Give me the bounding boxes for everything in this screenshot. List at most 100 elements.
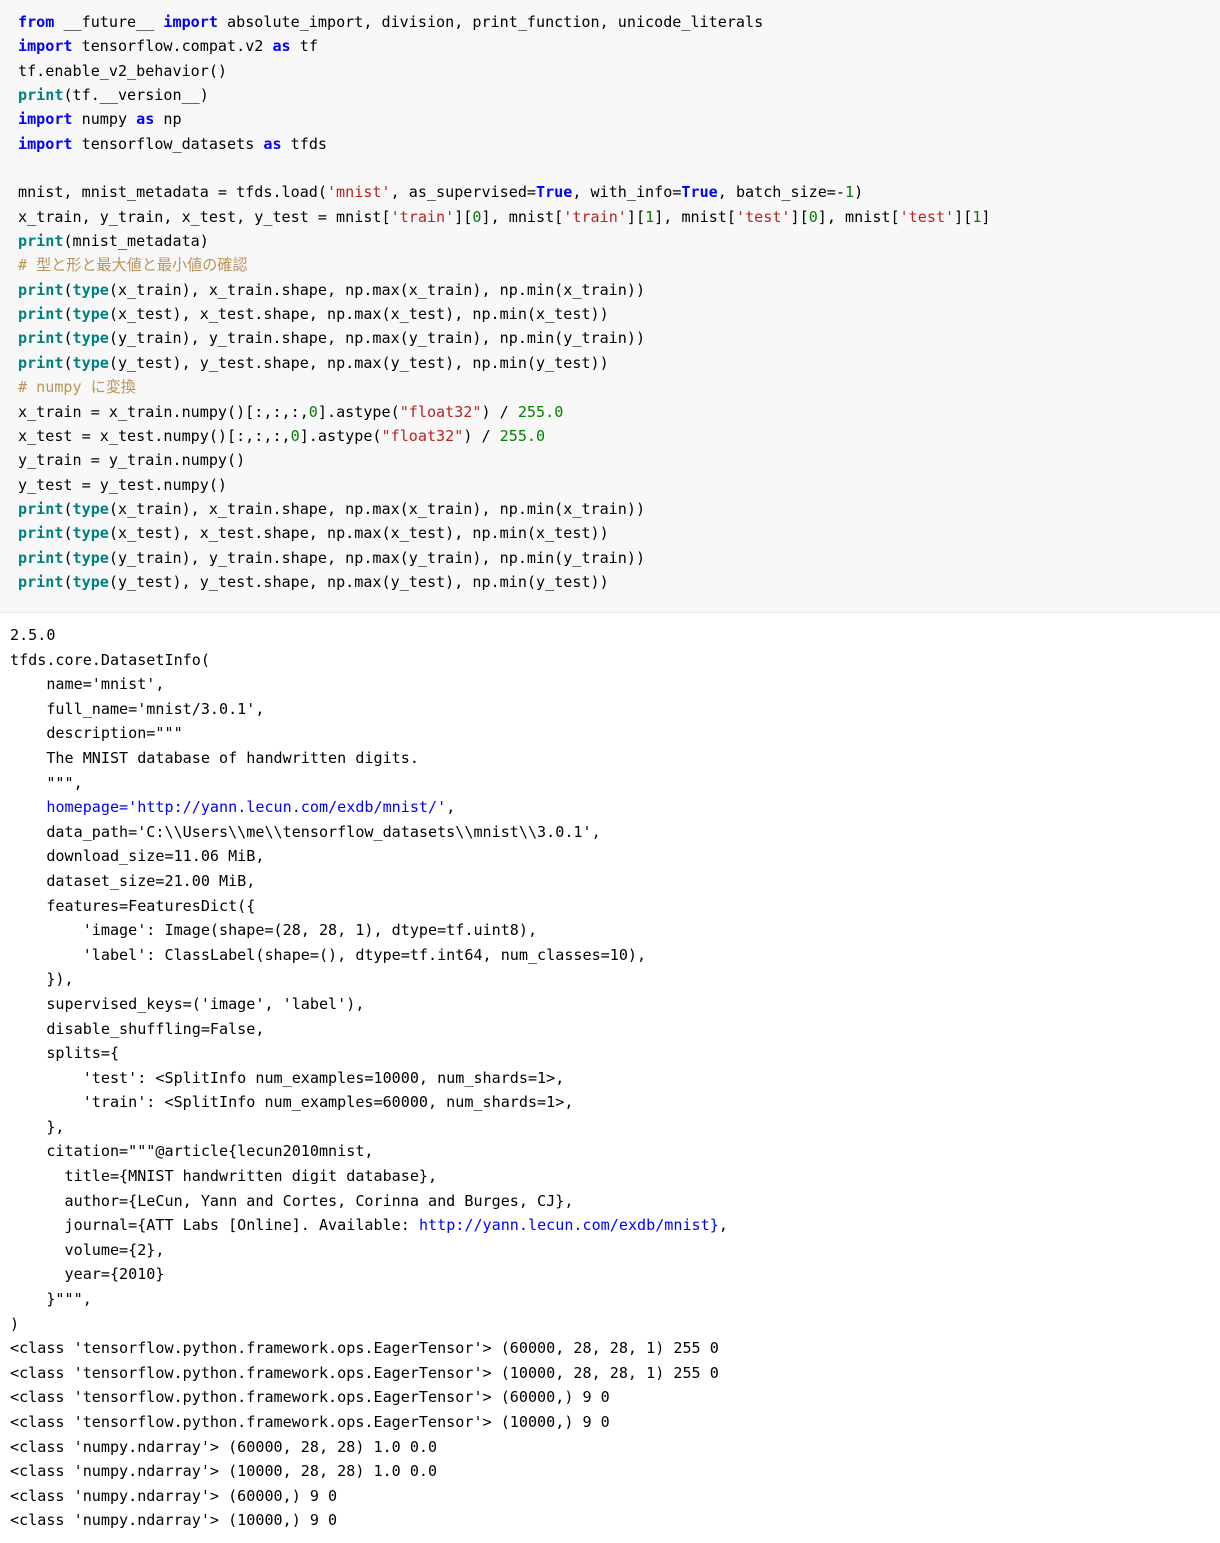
output-line: supervised_keys=('image', 'label'), (10, 995, 364, 1013)
token-plain: ][ (790, 207, 809, 226)
token-cst: True (536, 183, 573, 202)
token-str: "float32" (381, 426, 464, 445)
token-plain: ( (63, 280, 73, 299)
code-line: print(mnist_metadata) (18, 232, 209, 250)
token-num: 255.0 (517, 402, 564, 421)
output-line: The MNIST database of handwritten digits… (10, 749, 419, 767)
token-str: 'test' (899, 207, 955, 226)
token-plain: <class 'numpy.ndarray'> (60000, 28, 28) … (10, 1437, 438, 1456)
token-plain: ( (63, 305, 73, 324)
token-plain: , as_supervised= (390, 183, 536, 202)
token-plain: (x_test), x_test.shape, np.max(x_test), … (108, 524, 609, 543)
token-plain: 'test': <SplitInfo num_examples=10000, n… (10, 1068, 565, 1087)
token-plain: (x_train), x_train.shape, np.max(x_train… (108, 280, 646, 299)
token-kw: from (18, 13, 55, 31)
token-num: 255.0 (499, 426, 546, 445)
output-line: 'test': <SplitInfo num_examples=10000, n… (10, 1068, 565, 1087)
code-line: # 型と形と最大値と最小値の確認 (18, 256, 248, 274)
token-plain: <class 'numpy.ndarray'> (10000,) 9 0 (10, 1511, 338, 1530)
token-plain: x_train, y_train, x_test, y_test = mnist… (18, 207, 391, 226)
token-plain: splits={ (10, 1044, 120, 1063)
token-plain: ) (10, 1314, 20, 1333)
output-line: tfds.core.DatasetInfo( (10, 651, 210, 669)
token-bi: print (18, 86, 64, 105)
token-plain: 'image': Image(shape=(28, 28, 1), dtype=… (10, 921, 538, 940)
code-line: print(type(x_train), x_train.shape, np.m… (18, 281, 645, 299)
token-kw: as (272, 37, 291, 56)
output-line: <class 'numpy.ndarray'> (10000, 28, 28) … (10, 1462, 437, 1480)
output-line: name='mnist', (10, 675, 164, 693)
output-line: 'train': <SplitInfo num_examples=60000, … (10, 1093, 574, 1112)
output-line: features=FeaturesDict({ (10, 897, 255, 915)
token-plain: """, (10, 773, 83, 792)
token-kw: as (263, 134, 282, 153)
output-line: <class 'tensorflow.python.framework.ops.… (10, 1388, 610, 1406)
token-str: 'mnist' (326, 183, 391, 202)
token-plain: ( (63, 524, 73, 543)
output-line: description=""" (10, 724, 183, 743)
token-plain: download_size=11.06 MiB, (10, 847, 265, 866)
token-bi: type (72, 305, 109, 324)
output-line: data_path='C:\\Users\\me\\tensorflow_dat… (10, 822, 601, 841)
token-plain: ].astype( (299, 426, 382, 445)
token-plain: 'train': <SplitInfo num_examples=60000, … (10, 1093, 574, 1112)
token-cst: True (681, 183, 718, 202)
token-plain: supervised_keys=('image', 'label'), (10, 994, 365, 1013)
output-line: }, (10, 1117, 65, 1136)
token-bi: print (18, 353, 64, 372)
token-plain: y_test = y_test.numpy() (18, 475, 228, 494)
token-bi: print (18, 280, 64, 299)
output-line: <class 'tensorflow.python.framework.ops.… (10, 1339, 719, 1357)
output-line: year={2010} (10, 1265, 165, 1284)
token-plain: citation="""@article{lecun2010mnist, (10, 1142, 374, 1161)
token-plain: (tf.__version__) (63, 86, 209, 105)
token-plain: tensorflow.compat.v2 (72, 37, 273, 56)
token-plain: , (446, 798, 456, 817)
code-line: print(type(y_test), y_test.shape, np.max… (18, 573, 609, 591)
token-plain: x_train = x_train.numpy()[:,:,:, (18, 402, 309, 421)
code-line: # numpy に変換 (18, 378, 136, 396)
token-plain: ( (63, 499, 73, 518)
token-plain: ) / (481, 402, 518, 421)
token-plain: full_name='mnist/3.0.1', (10, 699, 265, 718)
output-line: dataset_size=21.00 MiB, (10, 872, 255, 890)
token-plain: <class 'tensorflow.python.framework.ops.… (10, 1388, 610, 1407)
output-line: author={LeCun, Yann and Cortes, Corinna … (10, 1191, 574, 1210)
token-plain: ( (63, 353, 73, 372)
output-line: <class 'tensorflow.python.framework.ops.… (10, 1413, 610, 1431)
token-plain: journal={ATT Labs [Online]. Available: (10, 1216, 419, 1235)
token-plain: title={MNIST handwritten digit database}… (10, 1167, 438, 1186)
code-line: y_train = y_train.numpy() (18, 451, 245, 469)
token-plain: tfds (281, 134, 327, 153)
code-line: import numpy as np (18, 110, 182, 128)
code-line: print(type(x_test), x_test.shape, np.max… (18, 305, 609, 323)
code-line: print(type(x_test), x_test.shape, np.max… (18, 524, 609, 542)
token-plain: , with_info= (572, 183, 682, 202)
token-plain: }, (10, 1117, 65, 1136)
token-plain: description=""" (10, 724, 183, 743)
token-plain: ( (63, 572, 73, 591)
token-bi: print (18, 548, 64, 567)
token-plain: (y_test), y_test.shape, np.max(y_test), … (108, 572, 609, 591)
token-num: 0 (290, 426, 300, 445)
token-plain: <class 'numpy.ndarray'> (60000,) 9 0 (10, 1486, 338, 1505)
token-plain: y_train = y_train.numpy() (18, 451, 246, 470)
token-plain: year={2010} (10, 1265, 165, 1284)
code-line: print(type(y_train), y_train.shape, np.m… (18, 329, 645, 347)
token-str: 'train' (563, 207, 627, 226)
token-str: 'train' (390, 207, 455, 226)
code-source-text[interactable]: from __future__ import absolute_import, … (0, 10, 1220, 594)
token-kw: import (18, 110, 73, 129)
token-plain: numpy (72, 110, 137, 129)
token-plain: author={LeCun, Yann and Cortes, Corinna … (10, 1191, 574, 1210)
token-bi: print (18, 232, 64, 251)
token-plain: data_path='C:\\Users\\me\\tensorflow_dat… (10, 822, 601, 841)
token-plain: ], mnist[ (481, 207, 564, 226)
token-lnk: homepage='http://yann.lecun.com/exdb/mni… (46, 798, 447, 817)
token-plain: ], mnist[ (654, 207, 736, 226)
token-bi: print (18, 572, 64, 591)
token-plain: <class 'tensorflow.python.framework.ops.… (10, 1339, 719, 1358)
code-line: y_test = y_test.numpy() (18, 476, 227, 494)
code-input-cell[interactable]: from __future__ import absolute_import, … (0, 0, 1220, 613)
